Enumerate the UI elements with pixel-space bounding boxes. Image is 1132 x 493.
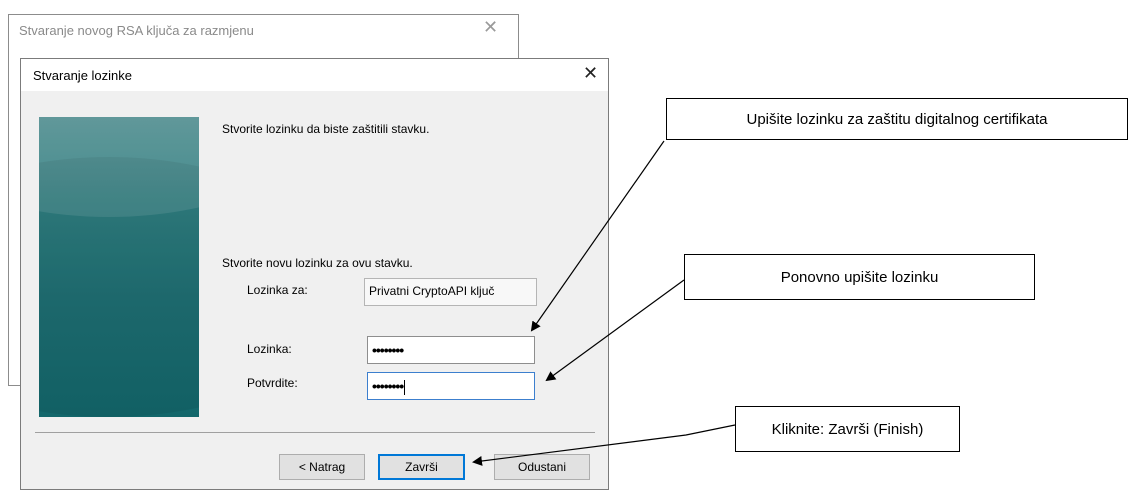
arrow-to-password-field — [530, 140, 665, 332]
arrow-to-confirm-field — [545, 279, 685, 382]
annotation-arrows — [472, 140, 736, 466]
arrow-to-finish-button — [472, 424, 736, 466]
